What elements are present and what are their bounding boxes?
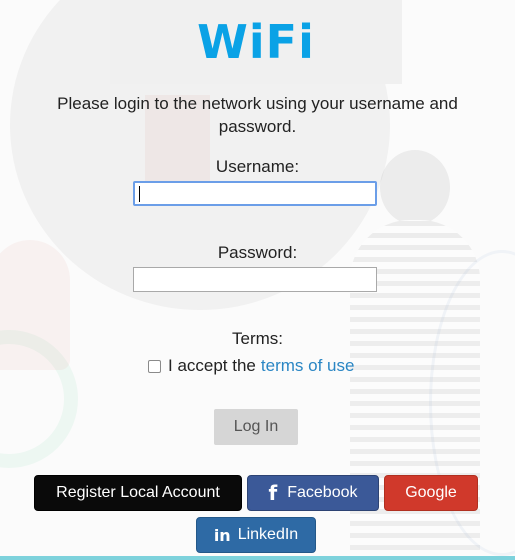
- intro-text: Please login to the network using your u…: [57, 94, 458, 136]
- linkedin-button[interactable]: in LinkedIn: [196, 517, 316, 553]
- login-form: WiFi Please login to the network using y…: [0, 0, 515, 560]
- linkedin-label: LinkedIn: [237, 526, 299, 543]
- login-page: WiFi Please login to the network using y…: [0, 0, 515, 560]
- password-label: Password:: [217, 243, 298, 262]
- username-input[interactable]: [133, 181, 377, 206]
- username-label: Username:: [215, 157, 300, 176]
- terms-checkbox[interactable]: [148, 359, 161, 373]
- terms-accept-text: I accept the: [168, 356, 256, 375]
- facebook-button[interactable]: f Facebook: [247, 475, 379, 511]
- text-caret: [139, 186, 140, 202]
- terms-row: I accept the terms of use: [148, 356, 354, 376]
- login-button[interactable]: Log In: [214, 409, 298, 445]
- register-label: Register Local Account: [56, 484, 220, 501]
- linkedin-icon: in: [213, 525, 231, 545]
- terms-label: Terms:: [232, 329, 283, 348]
- facebook-icon: f: [268, 481, 278, 505]
- terms-of-use-link[interactable]: terms of use: [261, 356, 355, 376]
- google-button[interactable]: Google: [384, 475, 478, 511]
- password-input[interactable]: [133, 267, 377, 292]
- facebook-label: Facebook: [287, 484, 358, 501]
- wifi-logo: WiFi: [197, 15, 315, 69]
- google-label: Google: [405, 484, 457, 501]
- register-local-account-button[interactable]: Register Local Account: [34, 475, 242, 511]
- logo-banner: WiFi: [110, 0, 402, 84]
